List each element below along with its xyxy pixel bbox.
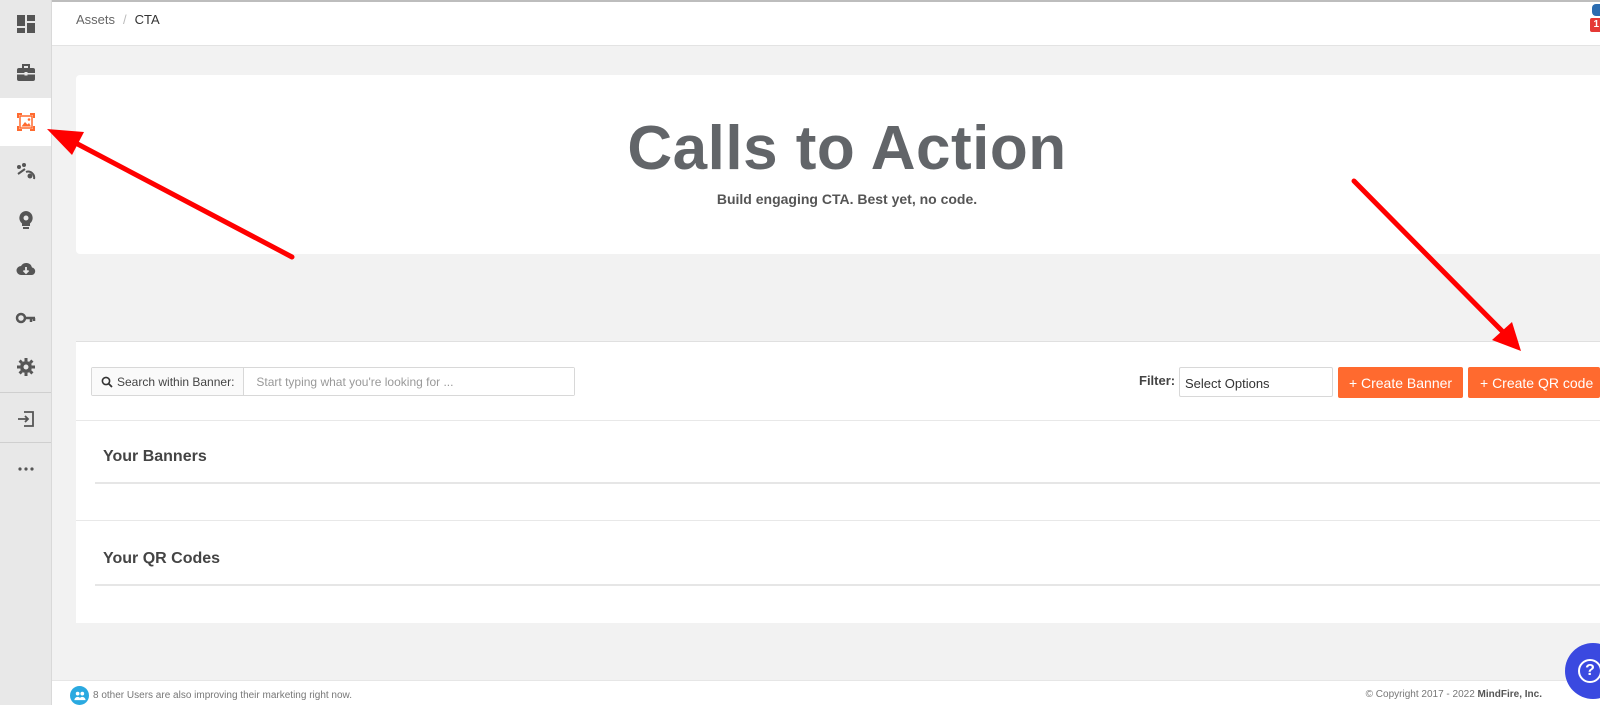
sidebar-item-ideas[interactable] xyxy=(0,196,51,244)
section-divider xyxy=(95,584,1600,586)
page-title: Calls to Action xyxy=(627,114,1067,183)
banners-section: Your Banners xyxy=(76,421,1600,521)
logout-icon xyxy=(17,411,34,427)
sidebar-divider xyxy=(0,442,51,443)
cta-panel: Search within Banner: Filter: Select Opt… xyxy=(76,341,1600,623)
sidebar xyxy=(0,0,52,705)
cloud-download-icon xyxy=(16,263,35,275)
copyright-text: © Copyright 2017 - 2022 xyxy=(1365,689,1475,700)
filter-label: Filter: xyxy=(1139,373,1176,388)
breadcrumb-separator: / xyxy=(123,12,127,27)
toolbar: Search within Banner: Filter: Select Opt… xyxy=(76,342,1600,421)
help-icon: ? xyxy=(1578,659,1600,683)
copyright: © Copyright 2017 - 2022 MindFire, Inc. xyxy=(1366,689,1542,700)
briefcase-icon xyxy=(16,64,35,81)
image-asset-icon xyxy=(16,113,35,131)
sidebar-item-assets[interactable] xyxy=(0,98,51,146)
qr-codes-section-title: Your QR Codes xyxy=(103,550,221,567)
search-group: Search within Banner: xyxy=(91,367,576,396)
company-name: MindFire, Inc. xyxy=(1477,689,1542,700)
banners-section-title: Your Banners xyxy=(103,448,207,465)
topbar-shadow xyxy=(52,0,1600,2)
journey-icon xyxy=(16,163,35,180)
gear-icon xyxy=(16,358,35,376)
sidebar-item-more[interactable] xyxy=(0,445,51,493)
sidebar-divider xyxy=(0,392,51,393)
lightbulb-icon xyxy=(18,211,33,229)
qr-codes-section: Your QR Codes xyxy=(76,523,1600,623)
sidebar-item-downloads[interactable] xyxy=(0,245,51,293)
search-input[interactable] xyxy=(244,368,575,395)
sidebar-item-briefcase[interactable] xyxy=(0,49,51,97)
footer: 8 other Users are also improving their m… xyxy=(52,680,1600,705)
active-users: 8 other Users are also improving their m… xyxy=(70,686,352,705)
page-subtitle: Build engaging CTA. Best yet, no code. xyxy=(716,191,978,207)
create-qr-code-button[interactable]: + Create QR code xyxy=(1468,367,1600,398)
sidebar-item-journeys[interactable] xyxy=(0,147,51,195)
hero-card: Calls to Action Build engaging CTA. Best… xyxy=(76,75,1600,254)
active-users-text: 8 other Users are also improving their m… xyxy=(93,690,353,701)
notification-badge: 1 xyxy=(1590,18,1600,32)
search-label-text: Search within Banner: xyxy=(117,374,235,389)
section-divider xyxy=(95,482,1600,484)
breadcrumb-assets[interactable]: Assets xyxy=(76,12,115,27)
search-icon xyxy=(101,376,113,388)
filter-select[interactable]: Select Options xyxy=(1179,367,1333,397)
sidebar-item-logout[interactable] xyxy=(0,395,51,443)
search-label: Search within Banner: xyxy=(92,368,245,395)
sidebar-item-settings[interactable] xyxy=(0,343,51,391)
bell-icon xyxy=(1592,4,1600,16)
users-icon xyxy=(70,686,89,705)
dashboard-icon xyxy=(16,15,35,33)
breadcrumb-current: CTA xyxy=(134,12,160,27)
key-icon xyxy=(15,312,35,324)
breadcrumb: Assets / CTA xyxy=(76,12,160,27)
topbar: Assets / CTA 1 xyxy=(52,0,1600,46)
more-icon xyxy=(17,467,34,471)
sidebar-item-keys[interactable] xyxy=(0,294,51,342)
sidebar-item-dashboard[interactable] xyxy=(0,0,51,48)
notification-bell[interactable]: 1 xyxy=(1590,4,1600,32)
create-banner-button[interactable]: + Create Banner xyxy=(1338,367,1463,398)
